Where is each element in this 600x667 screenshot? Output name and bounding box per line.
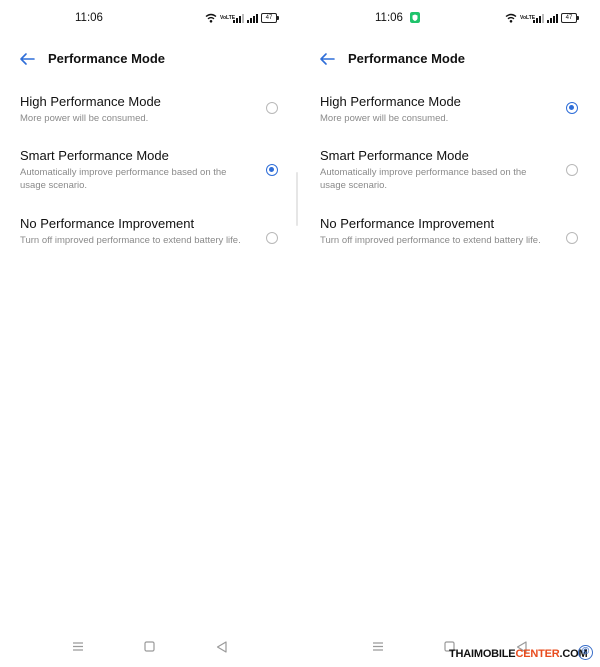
app-header: Performance Mode: [300, 46, 600, 74]
signal-icon: [233, 13, 244, 23]
menu-icon[interactable]: [72, 641, 84, 652]
option-description: Automatically improve performance based …: [20, 167, 227, 191]
back-triangle-icon[interactable]: [216, 641, 227, 653]
battery-icon: 47: [561, 13, 579, 23]
volte-icon: VoLTE: [220, 14, 236, 21]
status-icons: VoLTE 47: [505, 12, 579, 24]
radio-no-improvement[interactable]: [566, 232, 578, 244]
page-title: Performance Mode: [348, 51, 466, 66]
option-description: Turn off improved performance to extend …: [320, 235, 541, 246]
option-smart-performance[interactable]: Smart Performance Mode Automatically imp…: [0, 148, 300, 198]
radio-high-performance[interactable]: [566, 102, 578, 114]
radio-high-performance[interactable]: [266, 102, 278, 114]
option-description: Automatically improve performance based …: [320, 167, 527, 191]
signal-icon: [533, 13, 544, 23]
screen-high-selected: 11:06 VoLTE 47 Performance Mode High Per…: [300, 0, 600, 667]
option-description: More power will be consumed.: [20, 113, 149, 124]
option-title: Smart Performance Mode: [320, 148, 469, 163]
radio-smart-performance[interactable]: [266, 164, 278, 176]
status-icons: VoLTE 47: [205, 12, 279, 24]
signal-icon: [247, 13, 258, 23]
battery-icon: 47: [261, 13, 279, 23]
wifi-icon: [505, 13, 517, 23]
option-high-performance[interactable]: High Performance Mode More power will be…: [300, 94, 600, 134]
menu-icon[interactable]: [372, 641, 384, 652]
status-time: 11:06: [75, 12, 103, 24]
option-no-improvement[interactable]: No Performance Improvement Turn off impr…: [0, 216, 300, 266]
option-title: No Performance Improvement: [20, 216, 195, 231]
shield-icon: [410, 12, 420, 23]
signal-icon: [547, 13, 558, 23]
option-high-performance[interactable]: High Performance Mode More power will be…: [0, 94, 300, 134]
screen-smart-selected: 11:06 VoLTE 47 Performance Mode High Per…: [0, 0, 300, 667]
watermark-main: THAIMOBILE: [449, 648, 516, 660]
option-title: High Performance Mode: [320, 94, 461, 109]
radio-smart-performance[interactable]: [566, 164, 578, 176]
status-bar: 11:06 VoLTE 47: [300, 0, 600, 38]
arrow-left-icon[interactable]: [18, 51, 36, 67]
option-title: High Performance Mode: [20, 94, 161, 109]
status-time: 11:06: [375, 12, 403, 24]
option-no-improvement[interactable]: No Performance Improvement Turn off impr…: [300, 216, 600, 266]
watermark-text: THAIMOBILECENTER.COM: [449, 648, 588, 660]
arrow-left-icon[interactable]: [318, 51, 336, 67]
option-description: Turn off improved performance to extend …: [20, 235, 241, 246]
volte-icon: VoLTE: [520, 14, 536, 21]
navigation-bar: [0, 639, 300, 657]
wifi-icon: [205, 13, 217, 23]
page-title: Performance Mode: [48, 51, 166, 66]
option-description: More power will be consumed.: [320, 113, 449, 124]
radio-no-improvement[interactable]: [266, 232, 278, 244]
copyright-icon: ©: [578, 645, 593, 660]
option-title: Smart Performance Mode: [20, 148, 169, 163]
option-smart-performance[interactable]: Smart Performance Mode Automatically imp…: [300, 148, 600, 198]
status-bar: 11:06 VoLTE 47: [0, 0, 300, 38]
option-title: No Performance Improvement: [320, 216, 495, 231]
watermark-accent: CENTER: [515, 648, 560, 660]
app-header: Performance Mode: [0, 46, 300, 74]
home-icon[interactable]: [144, 641, 155, 652]
scrollbar[interactable]: [296, 172, 298, 226]
